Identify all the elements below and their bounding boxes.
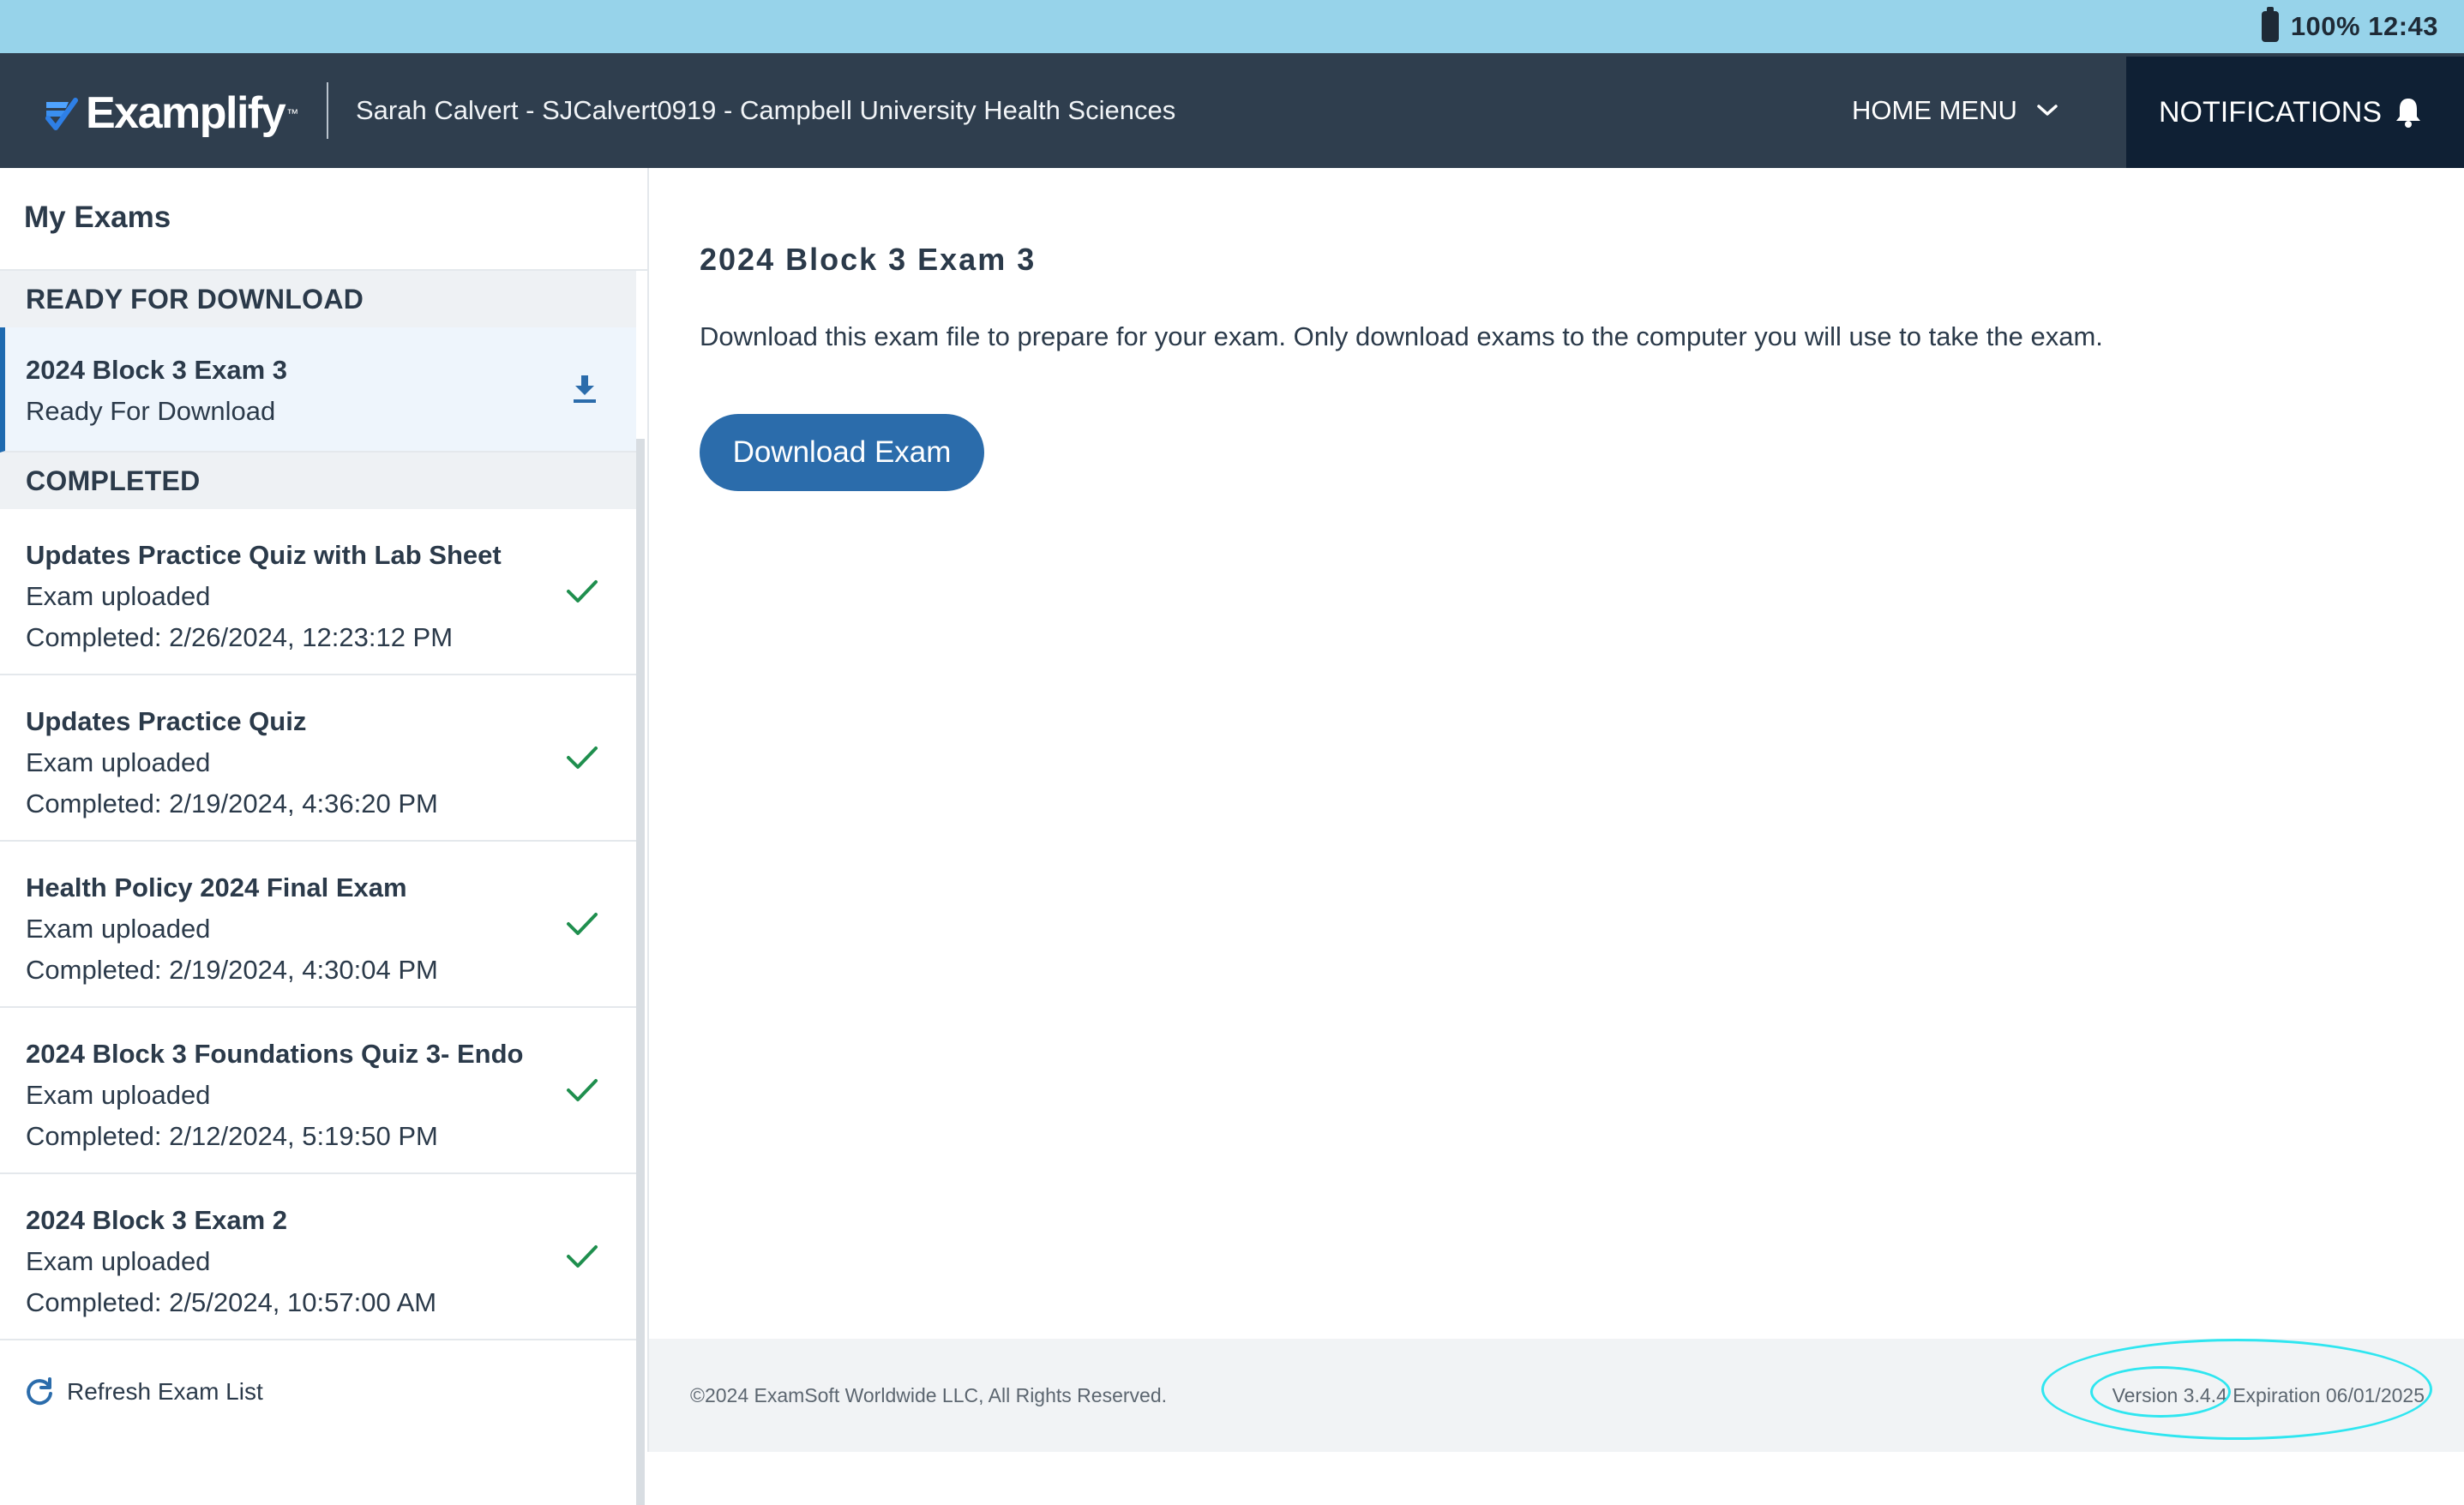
exam-completed-date: Completed: 2/26/2024, 12:23:12 PM <box>26 622 454 652</box>
exam-status: Exam uploaded <box>26 581 211 611</box>
examplify-logo: Examplify ™ <box>43 87 298 139</box>
examplify-logo-icon <box>45 98 78 130</box>
battery-time-text: 100% 12:43 <box>2290 11 2438 41</box>
exam-item-completed[interactable]: Updates Practice Quiz with Lab Sheet Exa… <box>0 509 636 675</box>
app-header: Examplify ™ Sarah Calvert - SJCalvert0919… <box>0 53 2464 168</box>
exam-title: Updates Practice Quiz with Lab Sheet <box>26 540 502 570</box>
exam-title: Updates Practice Quiz <box>26 706 307 736</box>
my-exams-title: My Exams <box>24 201 171 234</box>
exam-title: 2024 Block 3 Exam 2 <box>26 1205 288 1235</box>
checkmark-icon <box>567 747 598 769</box>
status-bar: 100% 12:43 <box>0 0 2464 53</box>
exam-completed-date: Completed: 2/19/2024, 4:30:04 PM <box>26 955 438 985</box>
exam-item-completed[interactable]: 2024 Block 3 Exam 2 Exam uploaded Comple… <box>0 1174 636 1340</box>
download-exam-button[interactable]: Download Exam <box>700 414 984 491</box>
exam-title: 2024 Block 3 Exam 3 <box>26 355 288 385</box>
exam-completed-date: Completed: 2/5/2024, 10:57:00 AM <box>26 1287 437 1317</box>
exam-title: 2024 Block 3 Foundations Quiz 3- Endo <box>26 1039 524 1069</box>
home-menu-label: HOME MENU <box>1852 95 2017 125</box>
exam-completed-date: Completed: 2/12/2024, 5:19:50 PM <box>26 1121 438 1151</box>
bell-icon <box>2396 99 2421 128</box>
exam-item-ready[interactable]: 2024 Block 3 Exam 3 Ready For Download <box>0 327 636 453</box>
exam-item-completed[interactable]: Health Policy 2024 Final Exam Exam uploa… <box>0 842 636 1008</box>
notifications-button[interactable]: NOTIFICATIONS <box>2126 57 2464 168</box>
exam-sidebar: My Exams READY FOR DOWNLOAD 2024 Block 3… <box>0 168 649 1505</box>
exam-list: READY FOR DOWNLOAD 2024 Block 3 Exam 3 R… <box>0 271 636 1340</box>
user-info: Sarah Calvert - SJCalvert0919 - Campbell… <box>356 95 1176 125</box>
checkmark-icon <box>567 1245 598 1268</box>
exam-item-completed[interactable]: Updates Practice Quiz Exam uploaded Comp… <box>0 675 636 842</box>
exam-status: Ready For Download <box>26 396 276 426</box>
copyright-text: ©2024 ExamSoft Worldwide LLC, All Rights… <box>690 1383 1167 1406</box>
refresh-exam-list-button[interactable]: Refresh Exam List <box>24 1376 263 1407</box>
header-divider <box>327 82 328 139</box>
exam-completed-date: Completed: 2/19/2024, 4:36:20 PM <box>26 788 438 818</box>
version-expiration-text: Version 3.4.4 Expiration 06/01/2025 <box>2112 1383 2425 1406</box>
sidebar-scrollbar[interactable] <box>636 439 645 1505</box>
exam-status: Exam uploaded <box>26 1246 211 1276</box>
checkmark-icon <box>567 1079 598 1101</box>
exam-detail-description: Download this exam file to prepare for y… <box>700 321 2103 351</box>
footer: ©2024 ExamSoft Worldwide LLC, All Rights… <box>649 1339 2464 1452</box>
exam-status: Exam uploaded <box>26 1080 211 1110</box>
logo-text: Examplify <box>86 88 286 138</box>
notifications-label: NOTIFICATIONS <box>2159 95 2383 129</box>
section-header-ready: READY FOR DOWNLOAD <box>0 271 636 327</box>
exam-item-completed[interactable]: 2024 Block 3 Foundations Quiz 3- Endo Ex… <box>0 1008 636 1174</box>
exam-status: Exam uploaded <box>26 914 211 944</box>
battery-icon <box>2261 7 2279 42</box>
exam-status: Exam uploaded <box>26 747 211 777</box>
logo-trademark: ™ <box>286 106 299 120</box>
checkmark-icon <box>567 913 598 935</box>
checkmark-icon <box>567 580 598 603</box>
refresh-label: Refresh Exam List <box>67 1378 263 1405</box>
section-header-completed: COMPLETED <box>0 453 636 509</box>
chevron-down-icon <box>2037 105 2058 116</box>
exam-detail-title: 2024 Block 3 Exam 3 <box>700 242 1037 277</box>
home-menu-button[interactable]: HOME MENU <box>1852 53 2058 168</box>
download-icon[interactable] <box>571 374 598 405</box>
refresh-icon <box>27 1377 52 1406</box>
exam-title: Health Policy 2024 Final Exam <box>26 872 407 902</box>
